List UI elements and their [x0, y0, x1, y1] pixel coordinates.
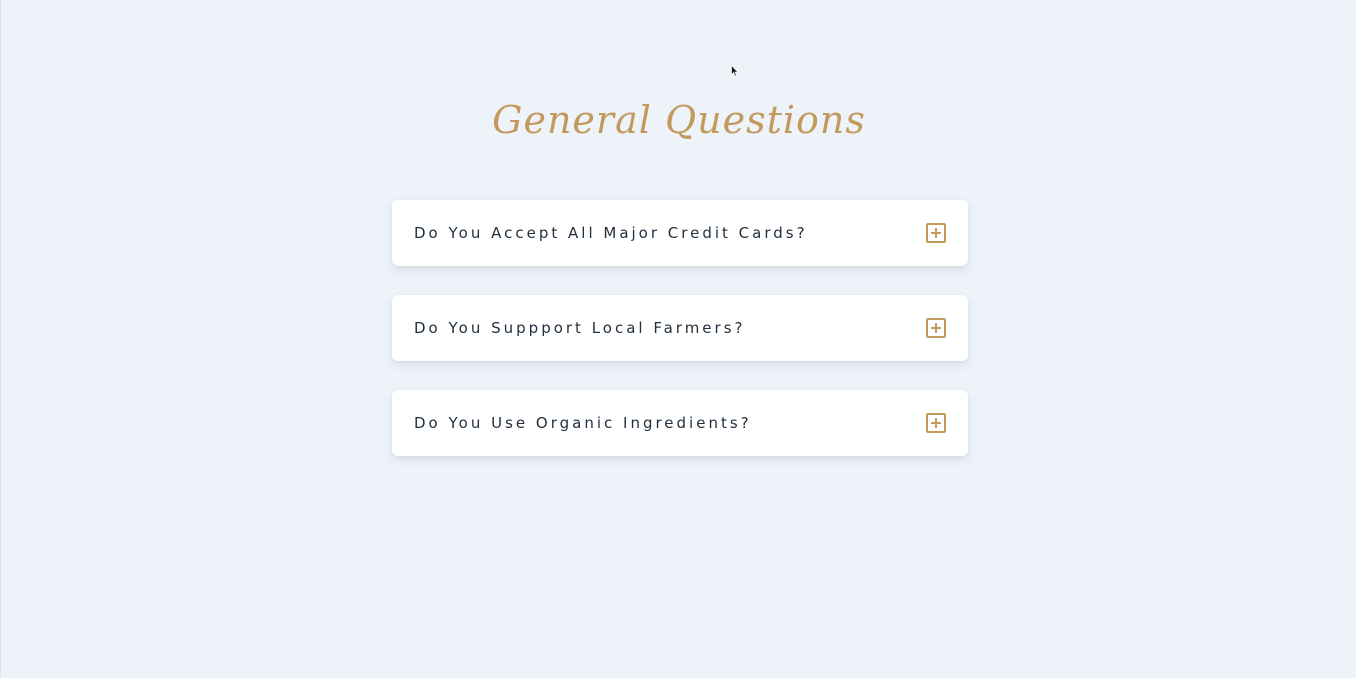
page-title: General Questions	[492, 98, 866, 142]
faq-question: Do You Accept All Major Credit Cards?	[414, 224, 808, 242]
faq-list: Do You Accept All Major Credit Cards? Do…	[392, 200, 968, 485]
faq-item-credit-cards[interactable]: Do You Accept All Major Credit Cards?	[392, 200, 968, 266]
faq-question: Do You Suppport Local Farmers?	[414, 319, 746, 337]
plus-square-icon[interactable]	[926, 223, 946, 243]
faq-question: Do You Use Organic Ingredients?	[414, 414, 752, 432]
faq-item-organic-ingredients[interactable]: Do You Use Organic Ingredients?	[392, 390, 968, 456]
faq-item-local-farmers[interactable]: Do You Suppport Local Farmers?	[392, 295, 968, 361]
page: General Questions Do You Accept All Majo…	[0, 0, 1356, 678]
mouse-cursor-icon	[731, 65, 739, 77]
plus-square-icon[interactable]	[926, 413, 946, 433]
plus-square-icon[interactable]	[926, 318, 946, 338]
